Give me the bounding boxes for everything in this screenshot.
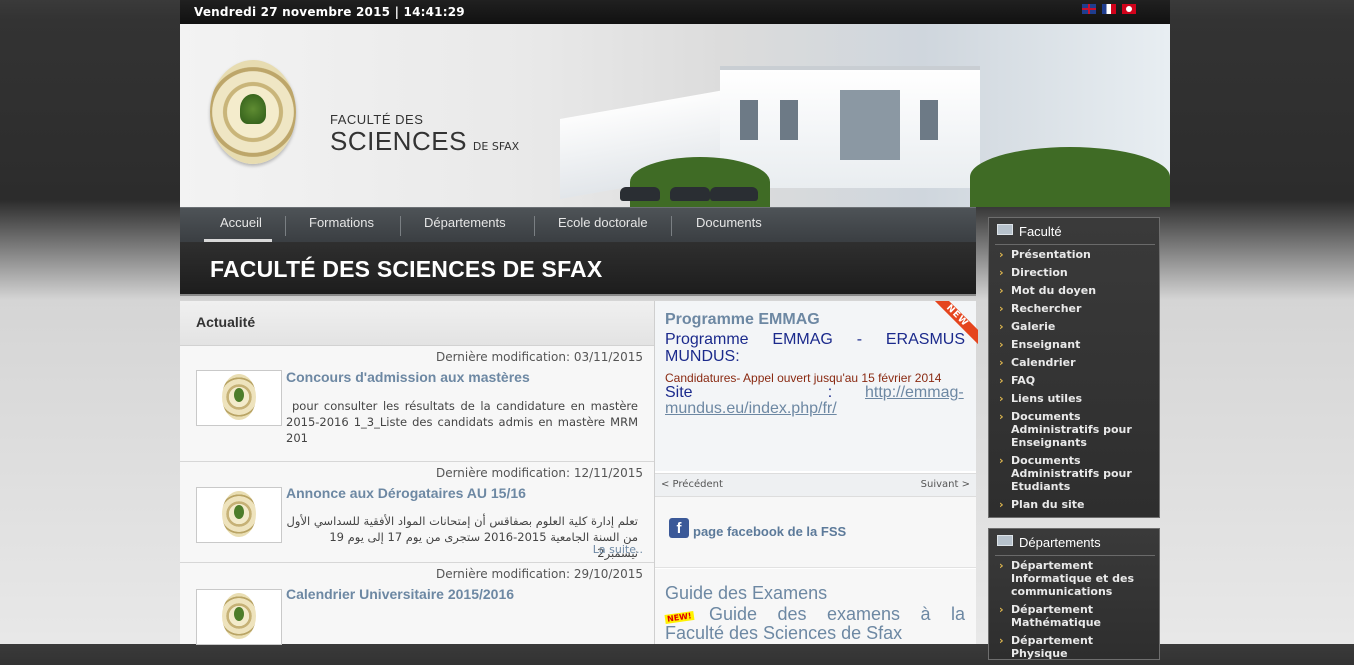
nav-accueil[interactable]: Accueil (220, 208, 262, 243)
news-thumbnail[interactable] (196, 487, 282, 543)
news-title[interactable]: Concours d'admission aux mastères (286, 369, 530, 385)
facebook-link[interactable]: page facebook de la FSS (693, 524, 846, 539)
sidebar-item-rechercher[interactable]: Rechercher (999, 302, 1149, 315)
guide-block: Guide des Examens Guide des examens à la… (655, 569, 976, 644)
read-more-link[interactable]: La suite.. (593, 543, 643, 556)
news-text: pour consulter les résultats de la candi… (286, 399, 638, 445)
guide-text[interactable]: Guide des examens à la Faculté des Scien… (665, 605, 965, 643)
news-modified-date: Dernière modification: 12/11/2015 (435, 466, 643, 480)
page-title: FACULTÉ DES SCIENCES DE SFAX (210, 256, 603, 282)
news-title[interactable]: Calendrier Universitaire 2015/2016 (286, 586, 514, 602)
sidebar-item-docs-etudiants[interactable]: Documents Administratifs pour Etudiants (999, 454, 1149, 493)
building-photo (550, 24, 1170, 207)
sidebar-item-presentation[interactable]: Présentation (999, 248, 1149, 261)
date-time: Vendredi 27 novembre 2015 | 14:41:29 (194, 5, 465, 19)
nav-ecole-doctorale[interactable]: Ecole doctorale (558, 208, 648, 243)
previous-button[interactable]: < Précédent (661, 479, 723, 490)
slider-pager: < Précédent Suivant > (655, 473, 976, 497)
nav-formations[interactable]: Formations (309, 208, 374, 243)
tunisian-flag-icon[interactable] (1122, 4, 1136, 14)
main-navigation: Accueil Formations Départements Ecole do… (180, 207, 976, 243)
sidebar-item-enseignant[interactable]: Enseignant (999, 338, 1149, 351)
sidebar-item-faq[interactable]: FAQ (999, 374, 1149, 387)
guide-heading[interactable]: Guide des Examens (665, 583, 827, 604)
facebook-icon[interactable]: f (669, 518, 689, 538)
english-flag-icon[interactable] (1082, 4, 1096, 14)
news-title[interactable]: Annonce aux Dérogataires AU 15/16 (286, 485, 526, 501)
news-modified-date: Dernière modification: 03/11/2015 (435, 350, 643, 364)
nav-documents[interactable]: Documents (696, 208, 762, 243)
menu-folder-icon (997, 535, 1013, 546)
news-header: Actualité (180, 301, 654, 346)
news-item: Dernière modification: 03/11/2015 Concou… (180, 346, 654, 462)
next-button[interactable]: Suivant > (921, 479, 970, 490)
sidebar-item-direction[interactable]: Direction (999, 266, 1149, 279)
news-thumbnail[interactable] (196, 370, 282, 426)
emmag-line1: Programme EMMAG - ERASMUS (665, 331, 965, 348)
emmag-announcement: NEW Programme EMMAG Programme EMMAG - ER… (655, 301, 978, 471)
faculte-menu-title: Faculté (997, 224, 1062, 239)
faculty-seal-logo[interactable] (210, 60, 296, 164)
brand-line2: SCIENCES (330, 126, 467, 156)
news-text: تعلم إدارة كلية العلوم بصفاقس أن إمتحانا… (286, 514, 638, 560)
french-flag-icon[interactable] (1102, 4, 1116, 14)
page-wrapper: Vendredi 27 novembre 2015 | 14:41:29 FAC… (180, 0, 1170, 660)
brand-line3: DE SFAX (472, 140, 520, 153)
brand-text: FACULTÉ DES SCIENCES DE SFAX (330, 112, 519, 155)
header-banner: FACULTÉ DES SCIENCES DE SFAX (180, 24, 1170, 207)
sidebar-item-mot-du-doyen[interactable]: Mot du doyen (999, 284, 1149, 297)
emmag-line1b: MUNDUS: (665, 348, 740, 365)
sidebar-item-dept-mathematique[interactable]: Département Mathématique (999, 603, 1149, 629)
facebook-block: f page facebook de la FSS (655, 497, 976, 568)
page-title-bar: FACULTÉ DES SCIENCES DE SFAX (180, 242, 976, 296)
news-thumbnail[interactable] (196, 589, 282, 645)
news-item: Dernière modification: 29/10/2015 Calend… (180, 563, 654, 645)
menu-folder-icon (997, 224, 1013, 235)
sidebar-item-dept-physique[interactable]: Département Physique (999, 634, 1149, 660)
top-bar: Vendredi 27 novembre 2015 | 14:41:29 (180, 0, 1170, 24)
emmag-heading[interactable]: Programme EMMAG (665, 311, 820, 329)
news-modified-date: Dernière modification: 29/10/2015 (435, 567, 643, 581)
sidebar-item-dept-informatique[interactable]: Département Informatique et des communic… (999, 559, 1149, 598)
language-selector (1082, 4, 1136, 14)
sidebar-item-galerie[interactable]: Galerie (999, 320, 1149, 333)
sidebar-item-docs-enseignants[interactable]: Documents Administratifs pour Enseignant… (999, 410, 1149, 449)
faculte-menu: Faculté Présentation Direction Mot du do… (988, 217, 1160, 518)
sidebar-item-calendrier[interactable]: Calendrier (999, 356, 1149, 369)
emmag-site: Site: http://emmag-mundus.eu/index.php/fr… (665, 384, 964, 417)
emmag-candidatures: Candidatures- Appel ouvert jusqu'au 15 f… (665, 371, 942, 385)
departements-menu: Départements Département Informatique et… (988, 528, 1160, 660)
departements-menu-title: Départements (997, 535, 1101, 550)
news-panel: Actualité Dernière modification: 03/11/2… (180, 301, 655, 645)
news-item: Dernière modification: 12/11/2015 Annonc… (180, 462, 654, 563)
nav-departements[interactable]: Départements (424, 208, 506, 243)
news-heading: Actualité (196, 314, 256, 330)
sidebar-item-plan-du-site[interactable]: Plan du site (999, 498, 1149, 511)
sidebar-item-liens-utiles[interactable]: Liens utiles (999, 392, 1149, 405)
center-column: NEW Programme EMMAG Programme EMMAG - ER… (655, 301, 978, 644)
brand-line1: FACULTÉ DES (330, 112, 424, 127)
